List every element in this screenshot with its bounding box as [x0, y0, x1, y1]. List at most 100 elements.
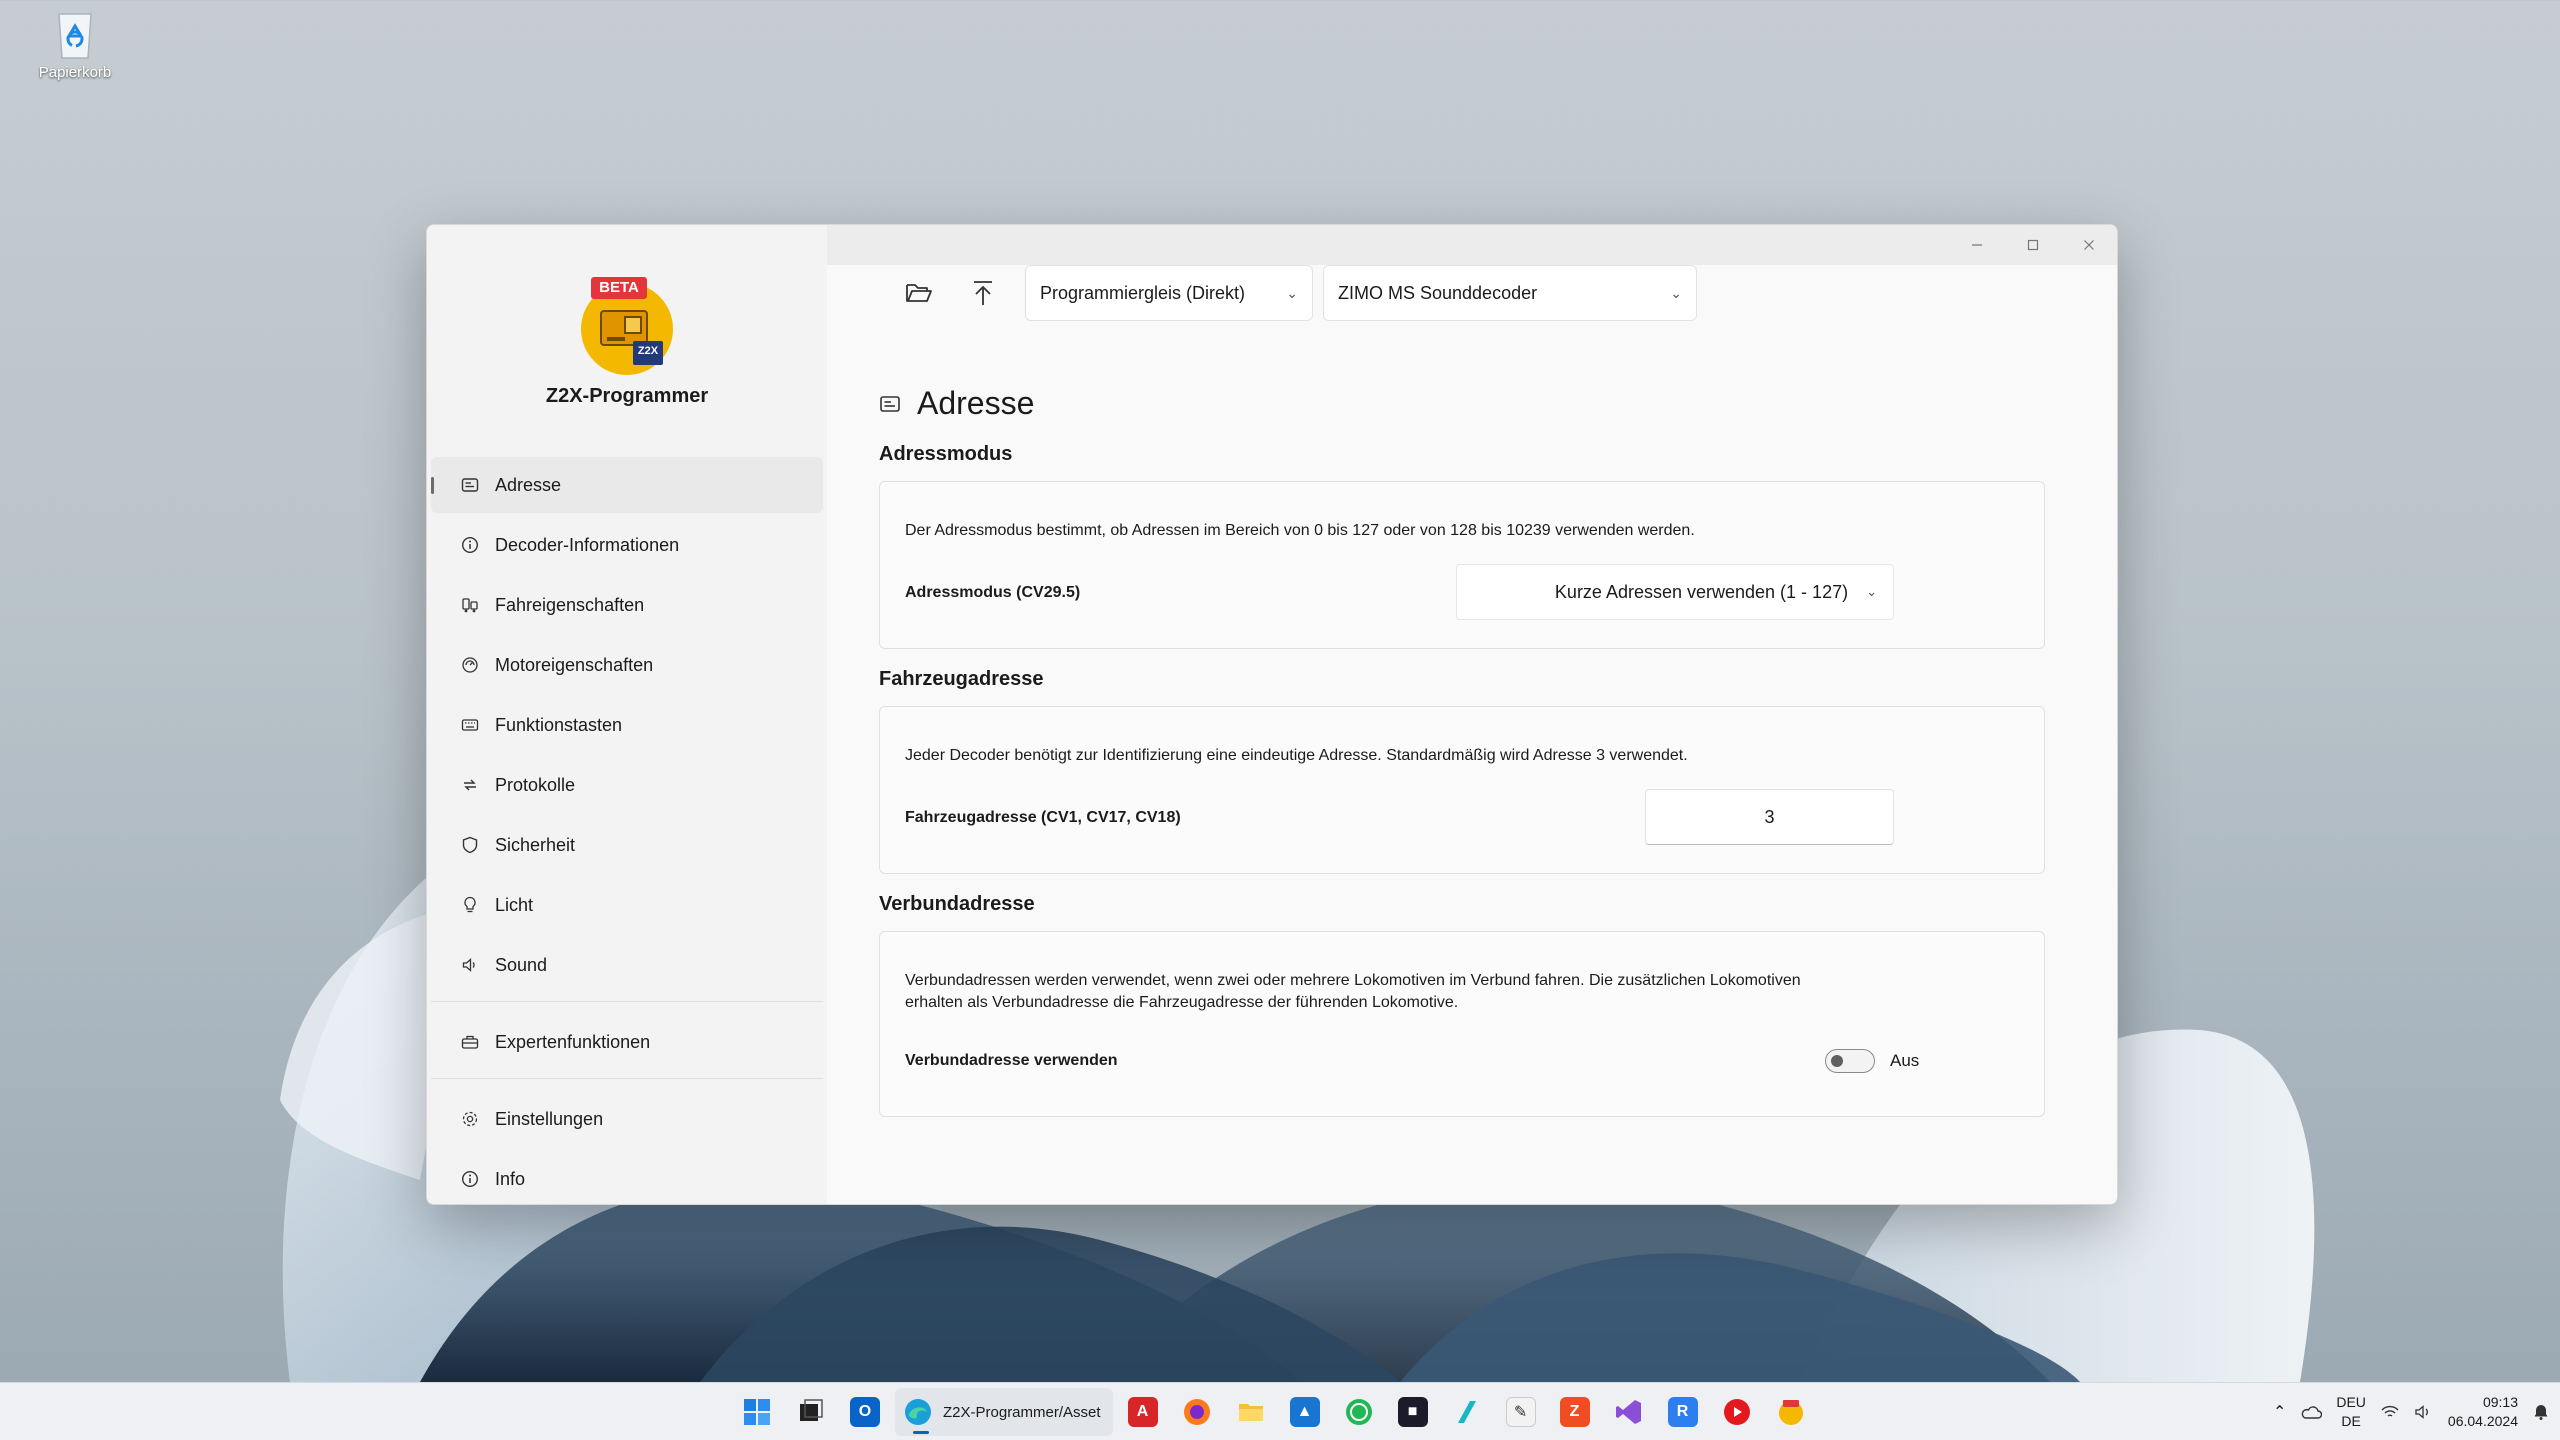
sidebar-divider — [431, 1078, 823, 1079]
taskbar-app-teal[interactable] — [1443, 1388, 1491, 1436]
page-title: Adresse — [917, 385, 1035, 421]
app-orange-icon: Z — [1559, 1397, 1590, 1427]
taskbar-app-firefox[interactable] — [1173, 1388, 1221, 1436]
shield-icon — [461, 836, 479, 854]
acrobat-icon: A — [1127, 1397, 1158, 1427]
decoder-value: ZIMO MS Sounddecoder — [1338, 282, 1538, 303]
language-line1: DEU — [2336, 1394, 2366, 1410]
taskbar-app-paint[interactable]: ✎ — [1497, 1388, 1545, 1436]
title-bar — [827, 225, 2117, 265]
onedrive-icon[interactable] — [2300, 1404, 2323, 1420]
sidebar-item-motoreigenschaften[interactable]: Motoreigenschaften — [431, 637, 823, 693]
notification-bell-icon[interactable] — [2532, 1403, 2550, 1421]
wifi-icon[interactable] — [2380, 1404, 2400, 1420]
recycle-bin-label: Papierkorb — [38, 64, 112, 81]
card-description-line: Verbundadressen werden verwendet, wenn z… — [905, 972, 1801, 989]
sidebar-item-fahreigenschaften[interactable]: Fahreigenschaften — [431, 577, 823, 633]
taskbar-app-acrobat[interactable]: A — [1119, 1388, 1167, 1436]
taskbar-app-orange[interactable]: Z — [1551, 1388, 1599, 1436]
file-explorer-icon — [1238, 1404, 1263, 1421]
vehicle-address-value: 3 — [1764, 806, 1775, 827]
protocol-icon — [461, 776, 479, 794]
sidebar-item-label: Motoreigenschaften — [495, 654, 654, 675]
sidebar-divider — [431, 1001, 823, 1002]
open-file-button[interactable] — [887, 265, 951, 321]
language-line2: DE — [2341, 1413, 2361, 1429]
z2x-app-icon — [1778, 1400, 1803, 1425]
visual-studio-icon — [1615, 1400, 1641, 1424]
lightbulb-icon — [461, 896, 479, 914]
taskbar-app-explorer[interactable] — [1227, 1388, 1275, 1436]
speaker-icon — [461, 956, 479, 974]
maximize-button[interactable] — [2005, 225, 2061, 265]
clock[interactable]: 09:13 06.04.2024 — [2448, 1393, 2518, 1431]
upload-button[interactable] — [951, 265, 1015, 321]
logo-text: Z2X — [637, 345, 659, 357]
edge-icon — [905, 1399, 931, 1425]
taskbar-app-youtube-music[interactable] — [1713, 1388, 1761, 1436]
card-description: Verbundadressen werden verwendet, wenn z… — [905, 970, 2005, 1014]
sidebar-item-einstellungen[interactable]: Einstellungen — [431, 1091, 823, 1147]
task-view-icon — [800, 1399, 823, 1421]
recycle-bin-icon — [51, 6, 99, 60]
active-app-label: Z2X-Programmer/Asset — [943, 1403, 1101, 1421]
address-card-icon — [461, 476, 479, 494]
sidebar-item-label: Decoder-Informationen — [495, 534, 680, 555]
sidebar-item-protokolle[interactable]: Protokolle — [431, 757, 823, 813]
card-fahrzeugadresse: Jeder Decoder benötigt zur Identifizieru… — [879, 706, 2045, 874]
sidebar-item-label: Sound — [495, 954, 548, 975]
recycle-bin-desktop-icon[interactable]: Papierkorb — [30, 6, 120, 81]
taskbar-app-blue[interactable]: R — [1659, 1388, 1707, 1436]
start-button[interactable] — [733, 1388, 781, 1436]
sidebar-item-decoder-informationen[interactable]: Decoder-Informationen — [431, 517, 823, 573]
card-label: Fahrzeugadresse (CV1, CV17, CV18) — [905, 809, 1181, 826]
toolbar: Programmiergleis (Direkt) ⌄ ZIMO MS Soun… — [887, 265, 1697, 321]
taskbar-app-z2x[interactable] — [1767, 1388, 1815, 1436]
keyboard-icon — [461, 716, 479, 734]
close-icon — [2084, 240, 2094, 250]
chevron-down-icon: ⌄ — [1286, 284, 1298, 301]
motor-icon — [461, 656, 479, 674]
folder-open-icon — [906, 284, 932, 302]
sidebar-item-sound[interactable]: Sound — [431, 937, 823, 993]
sidebar-item-info[interactable]: Info — [431, 1151, 823, 1204]
address-mode-select[interactable]: Kurze Adressen verwenden (1 - 127) ⌄ — [1456, 564, 1894, 620]
sidebar-item-label: Info — [495, 1168, 526, 1189]
sidebar-item-expertenfunktionen[interactable]: Expertenfunktionen — [431, 1014, 823, 1070]
taskbar-app-outlook[interactable]: O — [841, 1388, 889, 1436]
card-label: Adressmodus (CV29.5) — [905, 584, 1081, 601]
youtube-music-icon — [1723, 1399, 1750, 1425]
volume-icon[interactable] — [2414, 1404, 2434, 1420]
card-description: Jeder Decoder benötigt zur Identifizieru… — [905, 747, 1688, 764]
taskbar-app-whatsapp[interactable] — [1335, 1388, 1383, 1436]
system-tray: ⌃ DEU DE 09:13 06.04.2024 — [2273, 1383, 2550, 1440]
taskbar-app-dark[interactable]: ■ — [1389, 1388, 1437, 1436]
consist-address-toggle[interactable] — [1825, 1049, 1875, 1073]
sidebar-item-funktionstasten[interactable]: Funktionstasten — [431, 697, 823, 753]
language-indicator[interactable]: DEU DE — [2336, 1393, 2366, 1431]
minimize-button[interactable] — [1949, 225, 2005, 265]
toolbox-icon — [461, 1033, 479, 1051]
address-card-icon — [879, 393, 901, 415]
sidebar-item-adresse[interactable]: Adresse — [431, 457, 823, 513]
brand: BETA Z2X Z2X-Programmer — [427, 273, 827, 408]
windows-start-icon — [744, 1399, 770, 1425]
app-window: BETA Z2X Z2X-Programmer Adresse Decoder-… — [426, 224, 2118, 1205]
sidebar-item-label: Funktionstasten — [495, 714, 623, 735]
app-dark-icon: ■ — [1397, 1397, 1428, 1427]
vehicle-address-input[interactable]: 3 — [1645, 789, 1894, 845]
sidebar-nav: Adresse Decoder-Informationen Fahreigens… — [431, 457, 823, 1204]
taskbar-app-visualstudio[interactable] — [1605, 1388, 1653, 1436]
sidebar-item-licht[interactable]: Licht — [431, 877, 823, 933]
track-mode-select[interactable]: Programmiergleis (Direkt) ⌄ — [1025, 265, 1313, 321]
chevron-up-icon[interactable]: ⌃ — [2273, 1402, 2286, 1422]
sidebar-item-sicherheit[interactable]: Sicherheit — [431, 817, 823, 873]
decoder-select[interactable]: ZIMO MS Sounddecoder ⌄ — [1323, 265, 1697, 321]
taskbar-app-taskview[interactable] — [787, 1388, 835, 1436]
photos-icon: ▲ — [1289, 1397, 1320, 1427]
taskbar-app-edge-active[interactable]: Z2X-Programmer/Asset — [895, 1388, 1113, 1436]
info-icon — [461, 536, 479, 554]
taskbar-app-photos[interactable]: ▲ — [1281, 1388, 1329, 1436]
close-button[interactable] — [2061, 225, 2117, 265]
upload-icon — [974, 281, 992, 305]
